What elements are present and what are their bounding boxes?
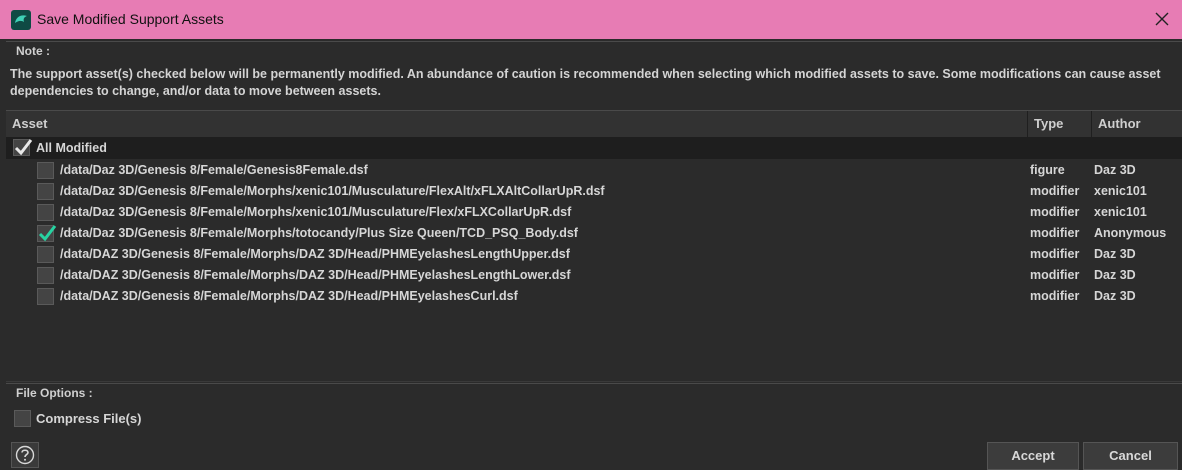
asset-checkbox[interactable] (37, 204, 54, 221)
asset-type: modifier (1030, 247, 1080, 261)
asset-checkbox[interactable] (37, 267, 54, 284)
note-group: Note : The support asset(s) checked belo… (6, 41, 1182, 104)
file-options-group: File Options : Compress File(s) (6, 383, 1182, 437)
note-label: Note : (16, 44, 50, 58)
asset-author: Daz 3D (1094, 268, 1136, 282)
all-modified-checkbox[interactable] (13, 139, 33, 156)
asset-path: /data/Daz 3D/Genesis 8/Female/Genesis8Fe… (60, 163, 368, 177)
asset-type: figure (1030, 163, 1065, 177)
asset-type: modifier (1030, 184, 1080, 198)
table-row[interactable]: /data/DAZ 3D/Genesis 8/Female/Morphs/DAZ… (6, 244, 1182, 265)
compress-files-checkbox[interactable] (14, 410, 31, 427)
dialog-footer: Accept Cancel (0, 438, 1182, 470)
asset-checkbox[interactable] (37, 162, 54, 179)
asset-type: modifier (1030, 268, 1080, 282)
note-text: The support asset(s) checked below will … (10, 67, 1161, 98)
table-row[interactable]: /data/Daz 3D/Genesis 8/Female/Morphs/xen… (6, 181, 1182, 202)
column-header-author[interactable]: Author (1092, 111, 1182, 137)
asset-type: modifier (1030, 205, 1080, 219)
table-row[interactable]: /data/Daz 3D/Genesis 8/Female/Genesis8Fe… (6, 160, 1182, 181)
table-header: Asset Type Author (6, 111, 1182, 137)
column-header-type[interactable]: Type (1028, 111, 1092, 137)
asset-path: /data/Daz 3D/Genesis 8/Female/Morphs/tot… (60, 226, 578, 240)
asset-author: Daz 3D (1094, 289, 1136, 303)
asset-path: /data/DAZ 3D/Genesis 8/Female/Morphs/DAZ… (60, 289, 518, 303)
app-icon (11, 10, 31, 30)
asset-path: /data/Daz 3D/Genesis 8/Female/Morphs/xen… (60, 205, 572, 219)
asset-checkbox[interactable] (37, 225, 57, 242)
table-row[interactable]: /data/DAZ 3D/Genesis 8/Female/Morphs/DAZ… (6, 286, 1182, 307)
asset-type: modifier (1030, 289, 1080, 303)
table-row[interactable]: /data/Daz 3D/Genesis 8/Female/Morphs/tot… (6, 223, 1182, 244)
asset-author: Daz 3D (1094, 163, 1136, 177)
asset-checkbox[interactable] (37, 246, 54, 263)
asset-table: Asset Type Author All Modified /data/Daz… (6, 110, 1182, 382)
column-header-asset[interactable]: Asset (6, 111, 1028, 137)
file-options-label: File Options : (16, 386, 93, 400)
asset-author: xenic101 (1094, 205, 1147, 219)
window-title: Save Modified Support Assets (37, 11, 224, 27)
asset-author: xenic101 (1094, 184, 1147, 198)
asset-type: modifier (1030, 226, 1080, 240)
asset-checkbox[interactable] (37, 183, 54, 200)
table-row[interactable]: /data/Daz 3D/Genesis 8/Female/Morphs/xen… (6, 202, 1182, 223)
all-modified-row[interactable]: All Modified (6, 137, 1182, 159)
help-icon[interactable] (11, 442, 39, 468)
asset-author: Anonymous (1094, 226, 1167, 240)
asset-author: Daz 3D (1094, 247, 1136, 261)
cancel-button[interactable]: Cancel (1083, 442, 1178, 470)
title-bar: Save Modified Support Assets (0, 0, 1182, 39)
close-icon[interactable] (1152, 9, 1172, 29)
asset-path: /data/DAZ 3D/Genesis 8/Female/Morphs/DAZ… (60, 247, 570, 261)
accept-button[interactable]: Accept (987, 442, 1079, 470)
compress-files-label: Compress File(s) (36, 411, 142, 426)
table-row[interactable]: /data/DAZ 3D/Genesis 8/Female/Morphs/DAZ… (6, 265, 1182, 286)
asset-checkbox[interactable] (37, 288, 54, 305)
all-modified-label: All Modified (36, 141, 107, 155)
asset-path: /data/DAZ 3D/Genesis 8/Female/Morphs/DAZ… (60, 268, 571, 282)
asset-path: /data/Daz 3D/Genesis 8/Female/Morphs/xen… (60, 184, 605, 198)
